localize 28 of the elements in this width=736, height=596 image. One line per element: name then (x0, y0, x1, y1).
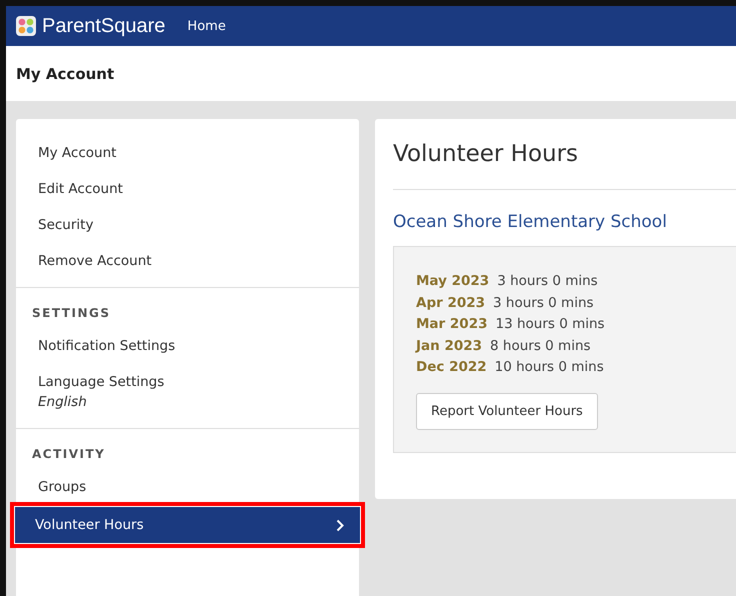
report-hours-button[interactable]: Report Volunteer Hours (416, 392, 598, 430)
sidebar-item[interactable]: Remove Account (16, 243, 359, 279)
content-title: Volunteer Hours (393, 141, 736, 190)
school-link[interactable]: Ocean Shore Elementary School (393, 212, 667, 232)
sidebar-item[interactable]: Security (16, 207, 359, 243)
sidebar-item[interactable]: My Account (16, 135, 359, 171)
hours-value: 10 hours 0 mins (494, 358, 604, 377)
hours-value: 3 hours 0 mins (497, 272, 598, 291)
month-label: Jan 2023 (416, 336, 482, 356)
sidebar-item[interactable]: Language Settings English (16, 364, 359, 420)
month-label: May 2023 (416, 272, 490, 291)
nav-link[interactable]: Home (187, 18, 226, 34)
month-label: Apr 2023 (416, 294, 486, 312)
page-title: My Account (16, 64, 114, 82)
hours-value: 8 hours 0 mins (490, 336, 591, 356)
sidebar-item[interactable]: Edit Account (16, 171, 359, 207)
chevron-icon (336, 518, 344, 532)
section-heading: ACTIVITY (31, 447, 106, 463)
brand-name[interactable]: ParentSquare (42, 14, 166, 38)
sidebar-item[interactable]: Notification Settings (16, 328, 359, 364)
hours-value: 3 hours 0 mins (493, 294, 594, 312)
section-heading: SETTINGS (31, 306, 110, 322)
logo-icon (16, 16, 36, 36)
sidebar-item[interactable]: Groups (16, 469, 359, 505)
sidebar-item[interactable]: Volunteer Hours (13, 505, 362, 545)
month-label: Dec 2022 (416, 358, 487, 377)
hours-value: 13 hours 0 mins (495, 315, 605, 334)
month-label: Mar 2023 (416, 315, 488, 334)
